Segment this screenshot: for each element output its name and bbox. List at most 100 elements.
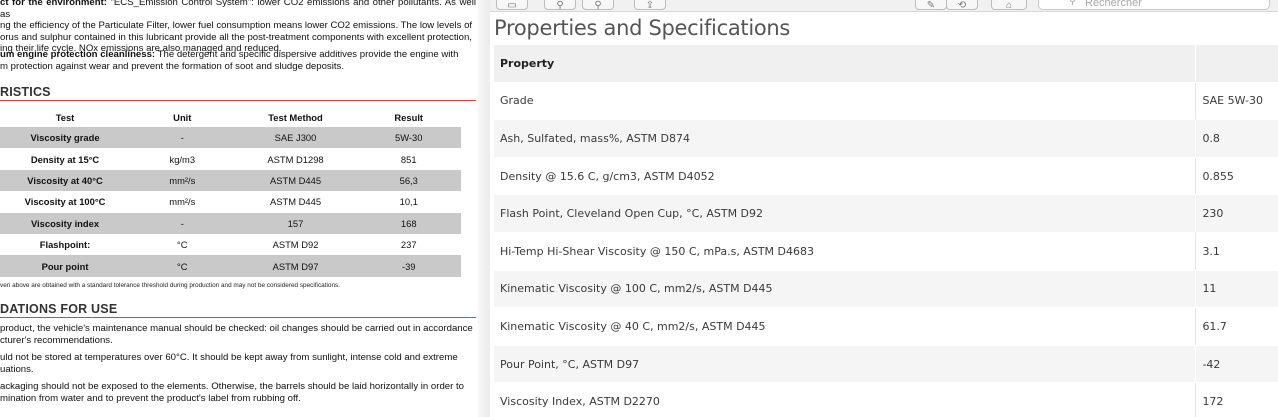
table-row: Density at 15°C kg/m3 ASTM D1298 851 xyxy=(0,148,461,169)
table-row: Viscosity Index, ASTM D2270 172 xyxy=(494,382,1278,417)
test-result: 851 xyxy=(400,153,417,165)
test-unit: kg/m3 xyxy=(169,153,196,165)
table-footnote: ven above are obtained with a standard t… xyxy=(0,282,340,289)
environment-paragraph-lead: ct for the environment: xyxy=(0,0,107,8)
table-row: Grade SAE 5W-30 xyxy=(494,82,1278,121)
test-method: ASTM D97 xyxy=(234,255,357,277)
page-title: Properties and Specifications xyxy=(494,16,791,40)
property-name: Grade xyxy=(494,82,1197,121)
zoom-in-icon[interactable]: ⚲ xyxy=(582,0,614,11)
property-name: Ash, Sulfated, mass%, ASTM D874 xyxy=(494,119,1197,158)
table-row: Pour Point, °C, ASTM D97 -42 xyxy=(494,345,1278,384)
property-name: Density @ 15.6 C, g/cm3, ASTM D4052 xyxy=(494,157,1197,196)
test-method: SAE J300 xyxy=(234,127,357,149)
table-row: Pour point °C ASTM D97 -39 xyxy=(0,255,461,277)
property-name: Viscosity Index, ASTM D2270 xyxy=(494,382,1197,417)
property-value: 230 xyxy=(1195,194,1278,233)
test-unit: - xyxy=(130,212,235,234)
table-row: Hi-Temp Hi-Shear Viscosity @ 150 C, mPa.… xyxy=(494,232,1278,271)
use-paragraph-1: product, the vehicle's maintenance manua… xyxy=(0,323,476,346)
properties-header-row: Property xyxy=(494,45,1278,83)
test-name: Flashpoint: xyxy=(39,239,91,251)
test-method: ASTM D1298 xyxy=(267,153,324,165)
test-unit: °C xyxy=(130,255,235,277)
property-value: -42 xyxy=(1195,345,1278,384)
search-input[interactable]: ⚲ Rechercher xyxy=(1038,0,1270,10)
test-unit: mm²/s xyxy=(169,196,196,208)
section-rule xyxy=(0,317,476,318)
test-method: 157 xyxy=(234,212,357,234)
table-row: Flash Point, Cleveland Open Cup, °C, AST… xyxy=(494,194,1278,233)
col-header-method: Test Method xyxy=(268,111,323,123)
property-value: 0.855 xyxy=(1195,157,1278,196)
left-document-page: ct for the environment: "ECS_Emission Co… xyxy=(0,0,478,417)
viewer-window: ▭ ⚲ ⚲ ⇪ ✎ ⟲ ⌂ ⚲ Rechercher Properties an… xyxy=(490,0,1278,417)
search-placeholder: Rechercher xyxy=(1085,0,1142,9)
annotate-icon[interactable]: ⌂ xyxy=(991,0,1027,11)
use-line: cturer's recommendations. xyxy=(0,334,113,346)
property-column-header: Property xyxy=(494,45,1197,83)
col-header-test: Test xyxy=(55,111,75,123)
property-value: 0.8 xyxy=(1195,119,1278,158)
characteristics-table: Test Unit Test Method Result Viscosity g… xyxy=(0,107,461,277)
cleanliness-paragraph-lead: um engine protection cleanliness: xyxy=(0,49,156,60)
test-result: 237 xyxy=(400,239,417,251)
test-name: Density at 15°C xyxy=(30,153,100,165)
test-method: ASTM D92 xyxy=(272,239,319,251)
sidebar-icon[interactable]: ▭ xyxy=(496,0,528,11)
use-paragraph-2: uld not be stored at temperatures over 6… xyxy=(0,352,476,375)
test-result: 5W-30 xyxy=(356,127,461,149)
test-result: 168 xyxy=(356,212,461,234)
property-name: Flash Point, Cleveland Open Cup, °C, AST… xyxy=(494,194,1197,233)
property-name: Kinematic Viscosity @ 100 C, mm2/s, ASTM… xyxy=(494,270,1197,309)
test-result: 10,1 xyxy=(399,196,418,208)
clean-line: The detergent and specific dispersive ad… xyxy=(155,49,459,60)
test-unit: - xyxy=(130,127,235,149)
env-line: ng the efficiency of the Particulate Fil… xyxy=(0,20,473,32)
use-line: product, the vehicle's maintenance manua… xyxy=(0,323,473,334)
property-value: 61.7 xyxy=(1195,307,1278,346)
test-name: Viscosity grade xyxy=(0,127,131,149)
test-result: -39 xyxy=(356,255,461,277)
test-name: Pour point xyxy=(0,255,131,277)
property-name: Hi-Temp Hi-Shear Viscosity @ 150 C, mPa.… xyxy=(494,232,1197,271)
characteristics-heading: RISTICS xyxy=(0,85,51,99)
use-paragraph-3: ackaging should not be exposed to the el… xyxy=(0,381,476,404)
property-value: 11 xyxy=(1195,270,1278,309)
col-header-result: Result xyxy=(394,111,424,123)
rotate-icon[interactable]: ⟲ xyxy=(946,0,978,11)
table-row: Viscosity at 100°C mm²/s ASTM D445 10,1 xyxy=(0,191,461,212)
table-row: Viscosity at 40°C mm²/s ASTM D445 56,3 xyxy=(0,169,461,192)
share-icon[interactable]: ⇪ xyxy=(634,0,666,11)
pane-divider xyxy=(478,0,490,417)
test-method: ASTM D445 xyxy=(234,169,357,192)
use-line: ackaging should not be exposed to the el… xyxy=(0,381,464,392)
env-line: orus and sulphur contained in this lubri… xyxy=(0,31,472,43)
property-name: Pour Point, °C, ASTM D97 xyxy=(494,345,1197,384)
property-value: 172 xyxy=(1195,382,1278,417)
properties-table: Property Grade SAE 5W-30 Ash, Sulfated, m… xyxy=(494,45,1278,417)
test-name: Viscosity at 40°C xyxy=(0,169,131,192)
section-rule xyxy=(0,100,476,101)
table-row: Ash, Sulfated, mass%, ASTM D874 0.8 xyxy=(494,119,1278,158)
zoom-out-icon[interactable]: ⚲ xyxy=(544,0,576,11)
property-name: Kinematic Viscosity @ 40 C, mm2/s, ASTM … xyxy=(494,307,1197,346)
table-row: Viscosity grade - SAE J300 5W-30 xyxy=(0,127,461,149)
cleanliness-paragraph: um engine protection cleanliness: The de… xyxy=(0,49,476,72)
table-row: Viscosity index -157 168 xyxy=(0,212,461,234)
environment-paragraph: ct for the environment: "ECS_Emission Co… xyxy=(0,0,476,55)
use-line: mination from water and to prevent the p… xyxy=(0,392,301,404)
test-unit: mm²/s xyxy=(130,169,235,192)
search-icon: ⚲ xyxy=(1069,0,1077,7)
table-row: Kinematic Viscosity @ 100 C, mm2/s, ASTM… xyxy=(494,270,1278,309)
characteristics-header-row: Test Unit Test Method Result xyxy=(0,107,461,127)
use-line: uld not be stored at temperatures over 6… xyxy=(0,352,458,363)
viewer-toolbar: ▭ ⚲ ⚲ ⇪ ✎ ⟲ ⌂ ⚲ Rechercher xyxy=(490,0,1278,12)
clean-line: m protection against wear and prevent th… xyxy=(0,60,344,72)
col-header-unit: Unit xyxy=(173,111,192,123)
test-unit: °C xyxy=(177,239,188,251)
table-row: Density @ 15.6 C, g/cm3, ASTM D4052 0.855 xyxy=(494,157,1278,196)
markup-icon[interactable]: ✎ xyxy=(915,0,947,11)
test-result: 56,3 xyxy=(356,169,461,192)
recommendations-heading: DATIONS FOR USE xyxy=(0,302,118,316)
